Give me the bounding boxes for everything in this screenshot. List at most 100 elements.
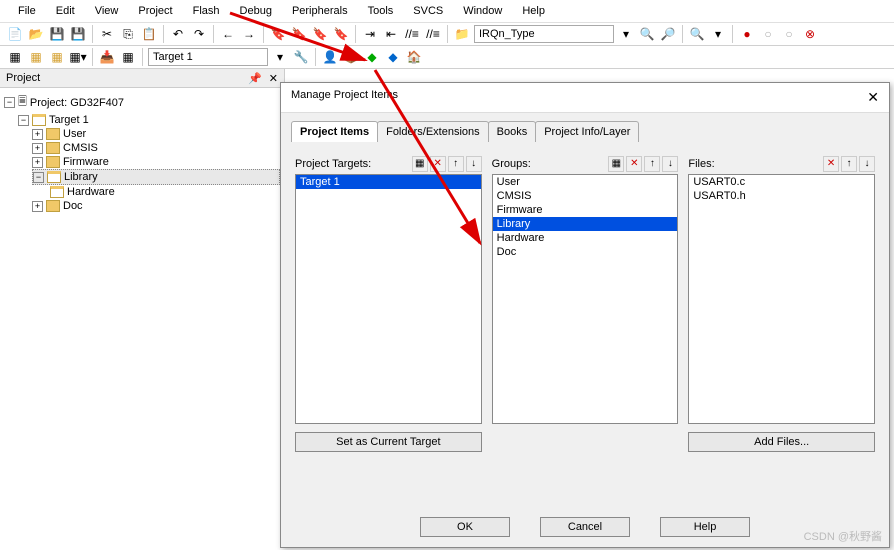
del-group-icon[interactable]: ✕: [626, 156, 642, 172]
del-file-icon[interactable]: ✕: [823, 156, 839, 172]
ok-button[interactable]: OK: [420, 517, 510, 537]
manage-icon[interactable]: 👤: [321, 48, 339, 66]
group-item[interactable]: Doc: [493, 245, 678, 259]
tree-hardware[interactable]: Hardware: [50, 185, 280, 199]
targets-list[interactable]: Target 1: [295, 174, 482, 424]
menu-svcs[interactable]: SVCS: [403, 2, 453, 20]
save-icon[interactable]: 💾: [48, 25, 66, 43]
down-target-icon[interactable]: ↓: [466, 156, 482, 172]
search-combo[interactable]: [474, 25, 614, 43]
cancel-button[interactable]: Cancel: [540, 517, 630, 537]
bookmark-next-icon[interactable]: 🔖: [311, 25, 329, 43]
paste-icon[interactable]: 📋: [140, 25, 158, 43]
copy-icon[interactable]: ⎘: [119, 25, 137, 43]
menu-tools[interactable]: Tools: [358, 2, 404, 20]
menu-file[interactable]: File: [8, 2, 46, 20]
menu-help[interactable]: Help: [512, 2, 555, 20]
tree-root[interactable]: −🗏Project: GD32F407: [4, 92, 280, 113]
group-item[interactable]: Hardware: [493, 231, 678, 245]
add-files-button[interactable]: Add Files...: [688, 432, 875, 452]
gray-dot2-icon[interactable]: ○: [780, 25, 798, 43]
rebuild-icon[interactable]: ▦: [27, 48, 45, 66]
bookmark-clear-icon[interactable]: 🔖: [332, 25, 350, 43]
target-item[interactable]: Target 1: [296, 175, 481, 189]
debug-icon[interactable]: 🔍: [688, 25, 706, 43]
bookmark-prev-icon[interactable]: 🔖: [290, 25, 308, 43]
group-item[interactable]: User: [493, 175, 678, 189]
tree-library[interactable]: −Library: [32, 169, 280, 185]
back-icon[interactable]: ←: [219, 25, 237, 43]
open-icon[interactable]: 📂: [27, 25, 45, 43]
new-group-icon[interactable]: ▦: [608, 156, 624, 172]
target-dropdown-icon[interactable]: ▾: [271, 48, 289, 66]
red-dot-icon[interactable]: ●: [738, 25, 756, 43]
fwd-icon[interactable]: →: [240, 25, 258, 43]
options-icon[interactable]: 🔧: [292, 48, 310, 66]
pin-icon[interactable]: 📌: [248, 72, 262, 85]
tab-project-items[interactable]: Project Items: [291, 121, 378, 142]
down-group-icon[interactable]: ↓: [662, 156, 678, 172]
menu-view[interactable]: View: [85, 2, 129, 20]
tab-books[interactable]: Books: [488, 121, 537, 142]
build-all-icon[interactable]: ▦: [48, 48, 66, 66]
pack-icon[interactable]: 📦: [342, 48, 360, 66]
blue-icon[interactable]: ◆: [384, 48, 402, 66]
find-in-files-icon[interactable]: 🔎: [659, 25, 677, 43]
tree-cmsis[interactable]: +CMSIS: [32, 141, 280, 155]
undo-icon[interactable]: ↶: [169, 25, 187, 43]
tree-target[interactable]: −Target 1: [18, 113, 280, 127]
close-icon[interactable]: ✕: [269, 72, 278, 85]
up-file-icon[interactable]: ↑: [841, 156, 857, 172]
uncomment-icon[interactable]: //≡: [424, 25, 442, 43]
indent-icon[interactable]: ⇥: [361, 25, 379, 43]
group-item[interactable]: CMSIS: [493, 189, 678, 203]
del-target-icon[interactable]: ✕: [430, 156, 446, 172]
tree-doc[interactable]: +Doc: [32, 199, 280, 213]
home-icon[interactable]: 🏠: [405, 48, 423, 66]
new-icon[interactable]: 📄: [6, 25, 24, 43]
tree-user[interactable]: +User: [32, 127, 280, 141]
set-current-target-button[interactable]: Set as Current Target: [295, 432, 482, 452]
bookmark-icon[interactable]: 🔖: [269, 25, 287, 43]
target-combo[interactable]: [148, 48, 268, 66]
redo-icon[interactable]: ↷: [190, 25, 208, 43]
down-file-icon[interactable]: ↓: [859, 156, 875, 172]
download-icon[interactable]: 📥: [98, 48, 116, 66]
dialog-close-icon[interactable]: ✕: [867, 89, 879, 106]
tree-firmware[interactable]: +Firmware: [32, 155, 280, 169]
file-item[interactable]: USART0.h: [689, 189, 874, 203]
batch-icon[interactable]: ▦▾: [69, 48, 87, 66]
dropdown-icon[interactable]: ▾: [617, 25, 635, 43]
groups-list[interactable]: User CMSIS Firmware Library Hardware Doc: [492, 174, 679, 424]
cut-icon[interactable]: ✂: [98, 25, 116, 43]
group-item[interactable]: Library: [493, 217, 678, 231]
folder-icon[interactable]: 📁: [453, 25, 471, 43]
files-column: Files: ✕↑↓ USART0.c USART0.h Add Files..…: [688, 156, 875, 452]
new-target-icon[interactable]: ▦: [412, 156, 428, 172]
menu-edit[interactable]: Edit: [46, 2, 85, 20]
tab-folders[interactable]: Folders/Extensions: [377, 121, 489, 142]
menu-peripherals[interactable]: Peripherals: [282, 2, 358, 20]
stop-icon[interactable]: ▦: [119, 48, 137, 66]
outdent-icon[interactable]: ⇤: [382, 25, 400, 43]
group-item[interactable]: Firmware: [493, 203, 678, 217]
files-list[interactable]: USART0.c USART0.h: [688, 174, 875, 424]
up-target-icon[interactable]: ↑: [448, 156, 464, 172]
up-group-icon[interactable]: ↑: [644, 156, 660, 172]
menu-debug[interactable]: Debug: [230, 2, 282, 20]
file-item[interactable]: USART0.c: [689, 175, 874, 189]
help-button[interactable]: Help: [660, 517, 750, 537]
red-x-icon[interactable]: ⊗: [801, 25, 819, 43]
dropdown2-icon[interactable]: ▾: [709, 25, 727, 43]
gray-dot-icon[interactable]: ○: [759, 25, 777, 43]
saveall-icon[interactable]: 💾: [69, 25, 87, 43]
green-icon[interactable]: ◆: [363, 48, 381, 66]
build-icon[interactable]: ▦: [6, 48, 24, 66]
tab-info[interactable]: Project Info/Layer: [535, 121, 639, 142]
menu-project[interactable]: Project: [128, 2, 182, 20]
menu-flash[interactable]: Flash: [183, 2, 230, 20]
find-icon[interactable]: 🔍: [638, 25, 656, 43]
menu-window[interactable]: Window: [453, 2, 512, 20]
menubar: File Edit View Project Flash Debug Perip…: [0, 0, 894, 23]
comment-icon[interactable]: //≡: [403, 25, 421, 43]
